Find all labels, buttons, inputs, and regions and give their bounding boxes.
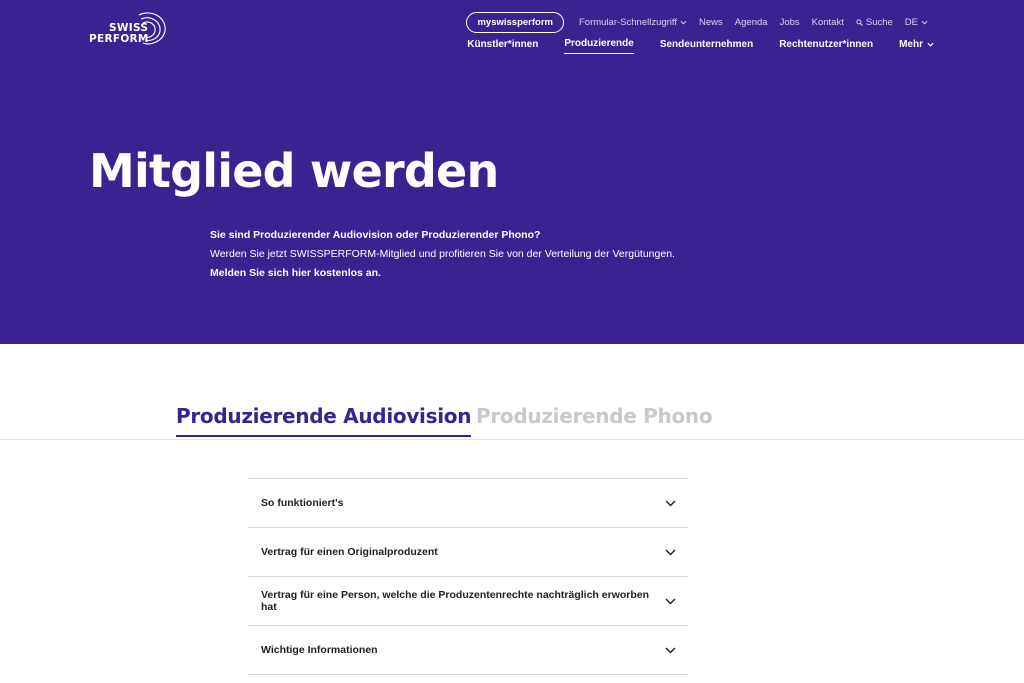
logo-swirl-icon — [138, 12, 166, 45]
form-quick-access-label: Formular-Schnellzugriff — [579, 16, 678, 28]
tab-produzierende-phono[interactable]: Produzierende Phono — [476, 404, 713, 428]
accordion-item-nachtraeglich-erworben[interactable]: Vertrag für eine Person, welche die Prod… — [248, 577, 688, 626]
main-nav-rechtenutzerinnen[interactable]: Rechtenutzer*innen — [779, 38, 873, 54]
form-quick-access-menu[interactable]: Formular-Schnellzugriff — [579, 17, 687, 28]
main-nav-sendeunternehmen[interactable]: Sendeunternehmen — [660, 38, 753, 54]
chevron-down-icon — [680, 20, 687, 25]
chevron-down-icon — [665, 500, 676, 506]
intro-question: Sie sind Produzierender Audiovision oder… — [210, 229, 541, 241]
myswissperform-button[interactable]: myswissperform — [466, 11, 564, 33]
accordion-item-wichtige-informationen[interactable]: Wichtige Informationen — [248, 626, 688, 675]
accordion-item-so-funktionierts[interactable]: So funktioniert's — [248, 479, 688, 528]
nav-link-kontakt[interactable]: Kontakt — [812, 17, 844, 28]
info-accordion: So funktioniert's Vertrag für einen Orig… — [248, 478, 688, 675]
chevron-down-icon — [927, 42, 934, 47]
producer-tabs: Produzierende Audiovision Produzierende … — [0, 404, 1024, 440]
accordion-item-label: Wichtige Informationen — [261, 644, 378, 656]
language-label: DE — [904, 16, 918, 28]
nav-link-jobs[interactable]: Jobs — [780, 17, 800, 28]
intro-text: Werden Sie jetzt SWISSPERFORM-Mitglied u… — [210, 248, 675, 260]
hero-intro: Sie sind Produzierender Audiovision oder… — [210, 226, 675, 283]
nav-link-agenda[interactable]: Agenda — [735, 17, 768, 28]
search-icon — [856, 18, 863, 26]
page-title: Mitglied werden — [89, 144, 499, 198]
nav-link-news[interactable]: News — [699, 17, 723, 28]
chevron-down-icon — [665, 647, 676, 653]
chevron-down-icon — [665, 598, 676, 604]
accordion-item-label: Vertrag für eine Person, welche die Prod… — [261, 589, 650, 613]
main-nav: Künstler*innen Produzierende Sendeuntern… — [467, 38, 934, 54]
chevron-down-icon — [921, 20, 928, 25]
main-nav-kuenstlerinnen[interactable]: Künstler*innen — [467, 38, 538, 54]
main-nav-more[interactable]: Mehr — [899, 38, 934, 54]
search-label: Suche — [865, 16, 893, 28]
accordion-item-label: So funktioniert's — [261, 497, 344, 509]
accordion-item-originalproduzent[interactable]: Vertrag für einen Originalproduzent — [248, 528, 688, 577]
signup-link[interactable]: Melden Sie sich hier kostenlos an. — [210, 264, 675, 283]
tab-produzierende-audiovision[interactable]: Produzierende Audiovision — [176, 404, 471, 437]
chevron-down-icon — [665, 549, 676, 555]
main-nav-produzierende[interactable]: Produzierende — [564, 38, 634, 54]
utility-nav: myswissperform Formular-Schnellzugriff N… — [466, 11, 934, 33]
accordion-item-label: Vertrag für einen Originalproduzent — [261, 546, 438, 558]
language-selector[interactable]: DE — [905, 17, 928, 28]
main-nav-more-label: Mehr — [899, 38, 923, 50]
swissperform-logo[interactable]: SWISS PERFORM — [89, 11, 169, 47]
search-button[interactable]: Suche — [856, 17, 893, 28]
hero-banner: SWISS PERFORM myswissperform Formular-Sc… — [0, 0, 1024, 344]
